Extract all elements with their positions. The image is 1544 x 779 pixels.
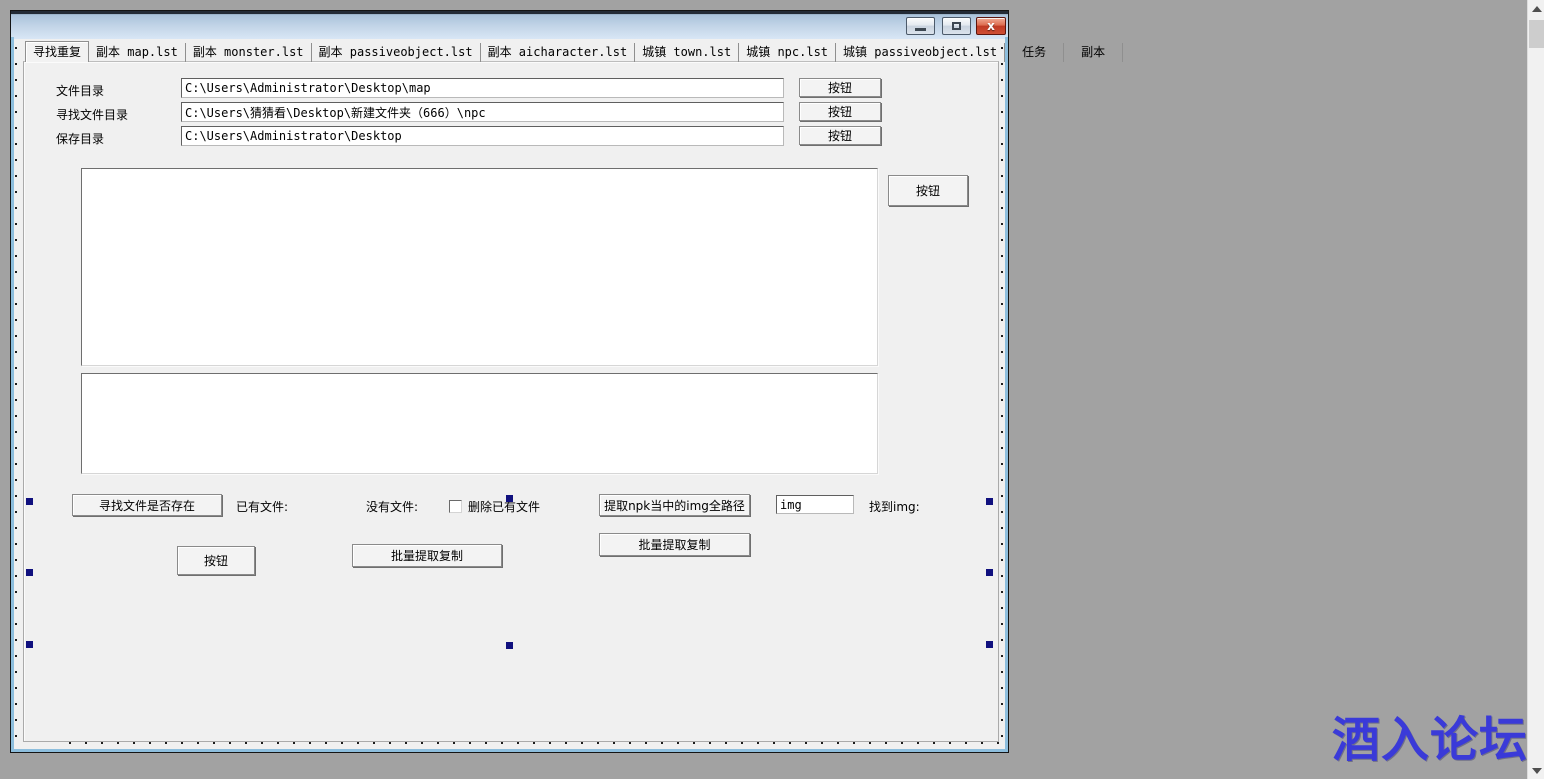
search-directory-label: 寻找文件目录 (56, 106, 128, 123)
selection-handle-bottom-left[interactable] (26, 641, 33, 648)
list-action-button[interactable]: 按钮 (888, 175, 968, 206)
designer-grid-dots-bottom (69, 742, 999, 744)
window-edge-right (1005, 37, 1008, 752)
minimize-icon (915, 28, 926, 31)
close-button[interactable]: x (976, 17, 1006, 35)
secondary-list-box[interactable] (81, 373, 878, 474)
generic-action-button[interactable]: 按钮 (177, 546, 255, 575)
tab-dungeon-aicharacter-lst[interactable]: 副本 aicharacter.lst (481, 43, 636, 62)
vertical-scrollbar[interactable] (1527, 0, 1544, 779)
img-filter-input[interactable] (776, 495, 854, 514)
save-directory-label: 保存目录 (56, 130, 104, 147)
extract-npk-img-paths-button[interactable]: 提取npk当中的img全路径 (599, 494, 750, 516)
title-bar[interactable]: x (11, 11, 1008, 39)
batch-extract-copy-button-1[interactable]: 批量提取复制 (352, 544, 502, 567)
delete-existing-files-checkbox-label[interactable]: 删除已有文件 (468, 498, 540, 515)
scroll-up-icon (1532, 6, 1542, 12)
close-icon: x (987, 19, 995, 33)
browse-search-directory-button[interactable]: 按钮 (799, 102, 881, 121)
selection-handle-bottom-middle[interactable] (506, 642, 513, 649)
scroll-down-icon (1532, 768, 1542, 774)
designer-grid-dots-right (1001, 47, 1003, 743)
tab-town-town-lst[interactable]: 城镇 town.lst (635, 43, 739, 62)
designer-grid-dots-left (15, 47, 17, 743)
maximize-button[interactable] (942, 17, 971, 35)
scrollbar-thumb[interactable] (1529, 20, 1544, 48)
missing-files-label: 没有文件: (366, 498, 418, 515)
found-img-label: 找到img: (869, 498, 920, 515)
file-directory-label: 文件目录 (56, 82, 104, 99)
minimize-button[interactable] (906, 17, 935, 35)
tab-town-npc-lst[interactable]: 城镇 npc.lst (739, 43, 836, 62)
selection-handle-top-middle[interactable] (506, 495, 513, 502)
selection-handle-middle-right[interactable] (986, 569, 993, 576)
scrollbar-up-button[interactable] (1528, 0, 1544, 17)
tab-find-duplicates[interactable]: 寻找重复 (25, 41, 89, 62)
result-list-box[interactable] (81, 168, 878, 366)
browse-file-directory-button[interactable]: 按钮 (799, 78, 881, 97)
tab-dungeon-map-lst[interactable]: 副本 map.lst (89, 43, 186, 62)
tab-dungeon-monster-lst[interactable]: 副本 monster.lst (186, 43, 312, 62)
selection-handle-middle-left[interactable] (26, 569, 33, 576)
file-directory-input[interactable] (181, 78, 784, 98)
app-window: x 寻找重复 副本 map.lst 副本 monster.lst 副本 pass… (10, 10, 1009, 753)
window-edge-left (11, 37, 14, 752)
selection-handle-top-left[interactable] (26, 498, 33, 505)
tab-quest[interactable]: 任务 (1005, 43, 1064, 62)
scrollbar-down-button[interactable] (1528, 762, 1544, 779)
tab-bar: 寻找重复 副本 map.lst 副本 monster.lst 副本 passiv… (25, 41, 994, 62)
tab-dungeon-passiveobject-lst[interactable]: 副本 passiveobject.lst (312, 43, 481, 62)
selection-handle-top-right[interactable] (986, 498, 993, 505)
check-files-exist-button[interactable]: 寻找文件是否存在 (72, 494, 222, 516)
search-directory-input[interactable] (181, 102, 784, 122)
browse-save-directory-button[interactable]: 按钮 (799, 126, 881, 145)
forum-watermark: 酒入论坛 (1332, 716, 1528, 764)
tab-dungeon[interactable]: 副本 (1064, 43, 1123, 62)
delete-existing-files-checkbox[interactable] (449, 500, 462, 513)
save-directory-input[interactable] (181, 126, 784, 146)
selection-handle-bottom-right[interactable] (986, 641, 993, 648)
tab-town-passiveobject-lst[interactable]: 城镇 passiveobject.lst (836, 43, 1005, 62)
window-edge-bottom (11, 749, 1008, 752)
batch-extract-copy-button-2[interactable]: 批量提取复制 (599, 533, 750, 556)
maximize-icon (952, 22, 961, 30)
existing-files-label: 已有文件: (236, 498, 288, 515)
